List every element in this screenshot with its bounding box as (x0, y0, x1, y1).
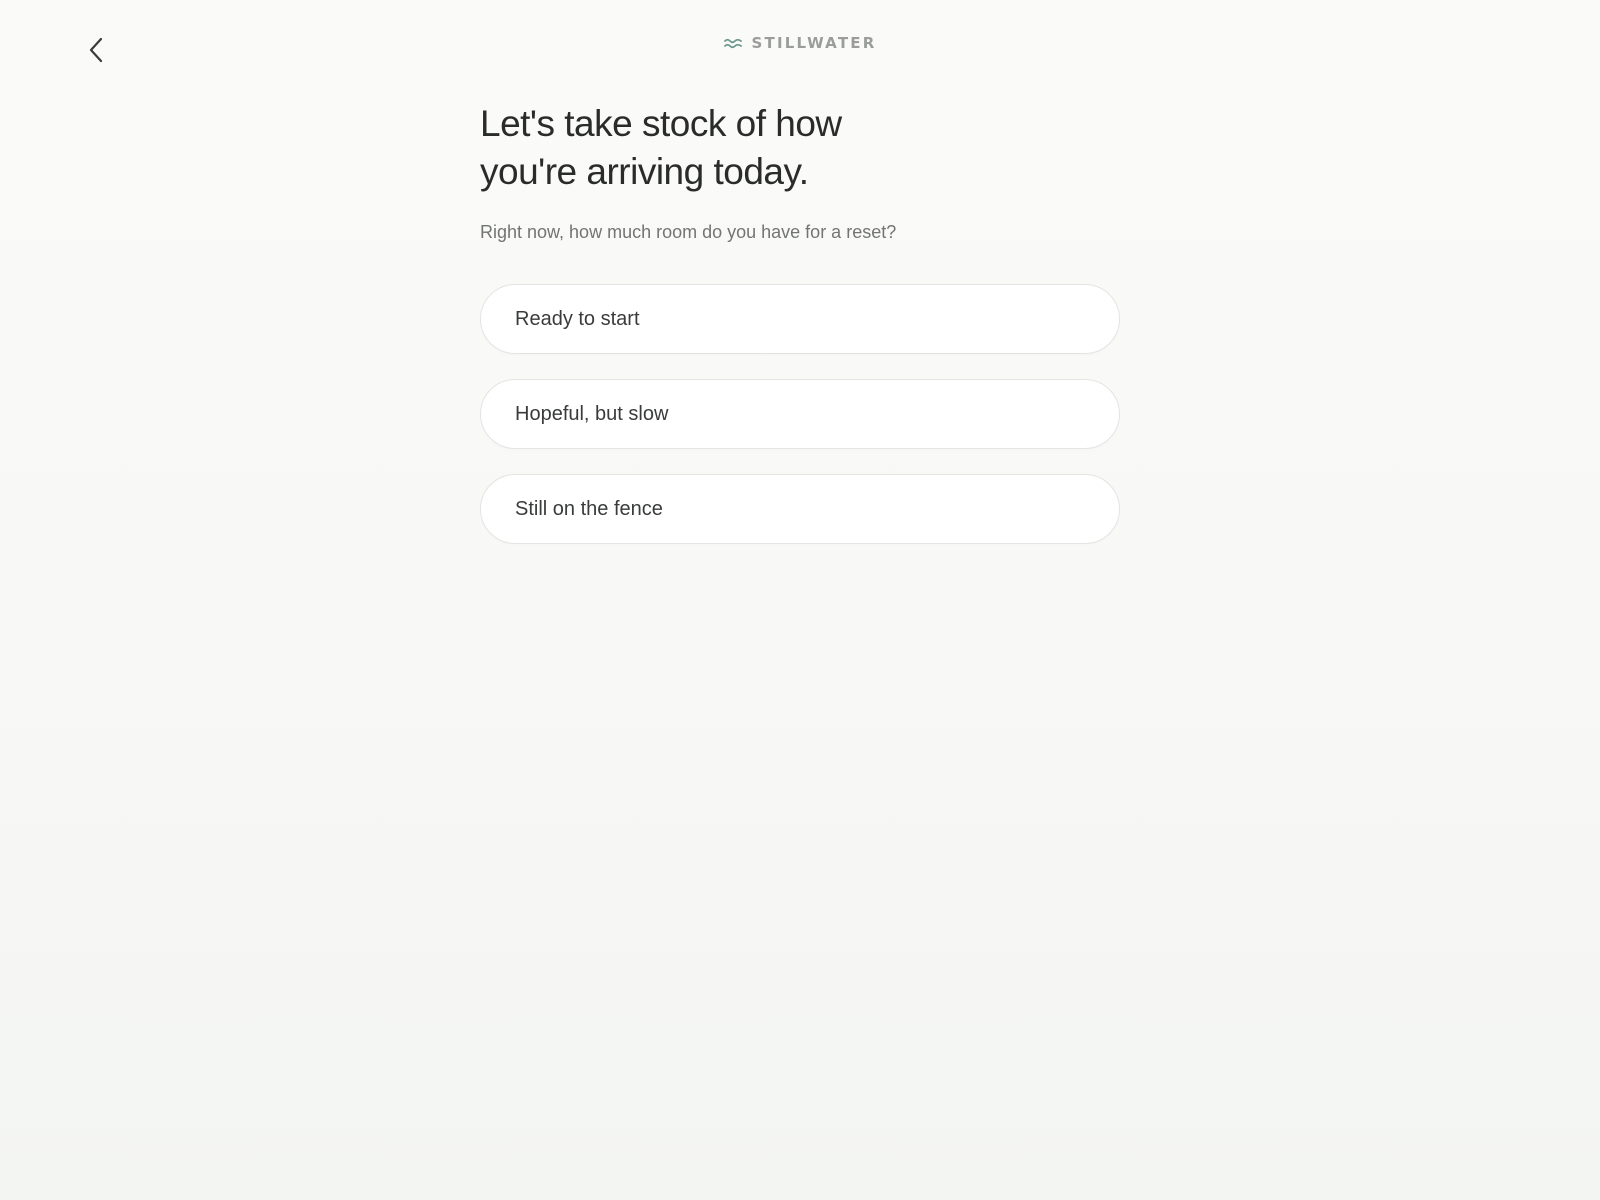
page-title: Let's take stock of how you're arriving … (480, 103, 842, 192)
question-panel: Let's take stock of how you're arriving … (480, 100, 1120, 544)
option-still-on-the-fence[interactable]: Still on the fence (480, 474, 1120, 544)
option-list: Ready to start Hopeful, but slow Still o… (480, 284, 1120, 544)
option-hopeful-but-slow[interactable]: Hopeful, but slow (480, 379, 1120, 449)
brand-header: STILLWATER (0, 34, 1600, 52)
question-subtitle: Right now, how much room do you have for… (480, 222, 897, 242)
waves-icon (723, 38, 742, 49)
brand-name: STILLWATER (751, 34, 877, 52)
option-ready-to-start[interactable]: Ready to start (480, 284, 1120, 354)
